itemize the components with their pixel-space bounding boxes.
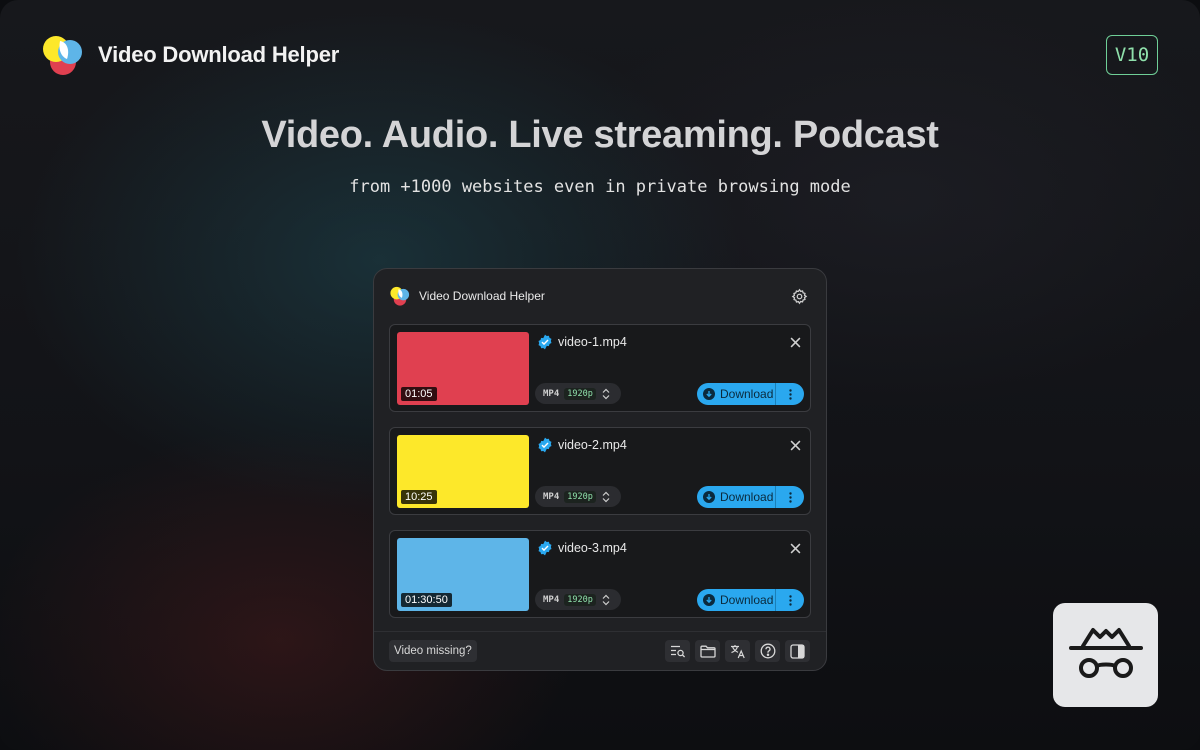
download-button[interactable]: Download — [697, 383, 775, 405]
more-options-icon[interactable] — [776, 486, 804, 508]
video-filename: video-1.mp4 — [558, 335, 627, 349]
popup-title: Video Download Helper — [419, 289, 545, 303]
duration-label: 01:30:50 — [401, 593, 452, 607]
video-filename: video-2.mp4 — [558, 438, 627, 452]
format-selector[interactable]: MP4 1920p — [535, 383, 621, 404]
video-item: 01:05 video-1.mp4 MP4 1920p Download — [389, 324, 811, 412]
video-item: 01:30:50 video-3.mp4 MP4 1920p Download — [389, 530, 811, 618]
sidebar-icon[interactable] — [785, 640, 810, 662]
download-button-group: Download — [697, 383, 804, 405]
close-icon[interactable] — [787, 437, 803, 453]
download-icon — [703, 388, 715, 400]
download-label: Download — [720, 490, 774, 504]
stage: Video Download Helper V10 Video. Audio. … — [0, 0, 1200, 750]
download-button-group: Download — [697, 486, 804, 508]
more-options-icon[interactable] — [776, 383, 804, 405]
chevron-updown-icon — [601, 490, 611, 504]
format-resolution: 1920p — [564, 387, 596, 400]
headline: Video. Audio. Live streaming. Podcast — [261, 114, 939, 156]
format-selector[interactable]: MP4 1920p — [535, 589, 621, 610]
download-button[interactable]: Download — [697, 486, 775, 508]
download-button-group: Download — [697, 589, 804, 611]
version-badge: V10 — [1106, 35, 1158, 75]
folder-icon[interactable] — [695, 640, 720, 662]
chevron-updown-icon — [601, 387, 611, 401]
video-thumbnail[interactable]: 10:25 — [397, 435, 529, 508]
format-resolution: 1920p — [564, 593, 596, 606]
video-missing-button[interactable]: Video missing? — [389, 640, 477, 662]
popup-header: Video Download Helper — [389, 283, 811, 309]
search-list-icon[interactable] — [665, 640, 690, 662]
logo-icon — [43, 36, 82, 75]
download-label: Download — [720, 593, 774, 607]
close-icon[interactable] — [787, 334, 803, 350]
verified-icon — [538, 334, 552, 350]
download-label: Download — [720, 387, 774, 401]
duration-label: 10:25 — [401, 490, 437, 504]
incognito-icon — [1068, 628, 1143, 678]
translate-icon[interactable] — [725, 640, 750, 662]
help-icon[interactable] — [755, 640, 780, 662]
format-type: MP4 — [543, 491, 560, 502]
video-thumbnail[interactable]: 01:05 — [397, 332, 529, 405]
format-resolution: 1920p — [564, 490, 596, 503]
duration-label: 01:05 — [401, 387, 437, 401]
popup-footer: Video missing? — [374, 631, 826, 670]
download-icon — [703, 594, 715, 606]
download-icon — [703, 491, 715, 503]
video-item: 10:25 video-2.mp4 MP4 1920p Download — [389, 427, 811, 515]
brand-name: Video Download Helper — [98, 42, 340, 67]
extension-popup: Video Download Helper 01:05 video-1.mp4 — [373, 268, 827, 671]
logo-icon — [390, 286, 410, 306]
format-selector[interactable]: MP4 1920p — [535, 486, 621, 507]
download-button[interactable]: Download — [697, 589, 775, 611]
more-options-icon[interactable] — [776, 589, 804, 611]
verified-icon — [538, 437, 552, 453]
format-type: MP4 — [543, 594, 560, 605]
close-icon[interactable] — [787, 540, 803, 556]
subline: from +1000 websites even in private brow… — [349, 177, 851, 197]
brand: Video Download Helper — [40, 32, 339, 78]
format-type: MP4 — [543, 388, 560, 399]
video-thumbnail[interactable]: 01:30:50 — [397, 538, 529, 611]
verified-icon — [538, 540, 552, 556]
incognito-badge — [1053, 603, 1158, 707]
chevron-updown-icon — [601, 593, 611, 607]
video-filename: video-3.mp4 — [558, 541, 627, 555]
gear-icon[interactable] — [789, 286, 809, 306]
